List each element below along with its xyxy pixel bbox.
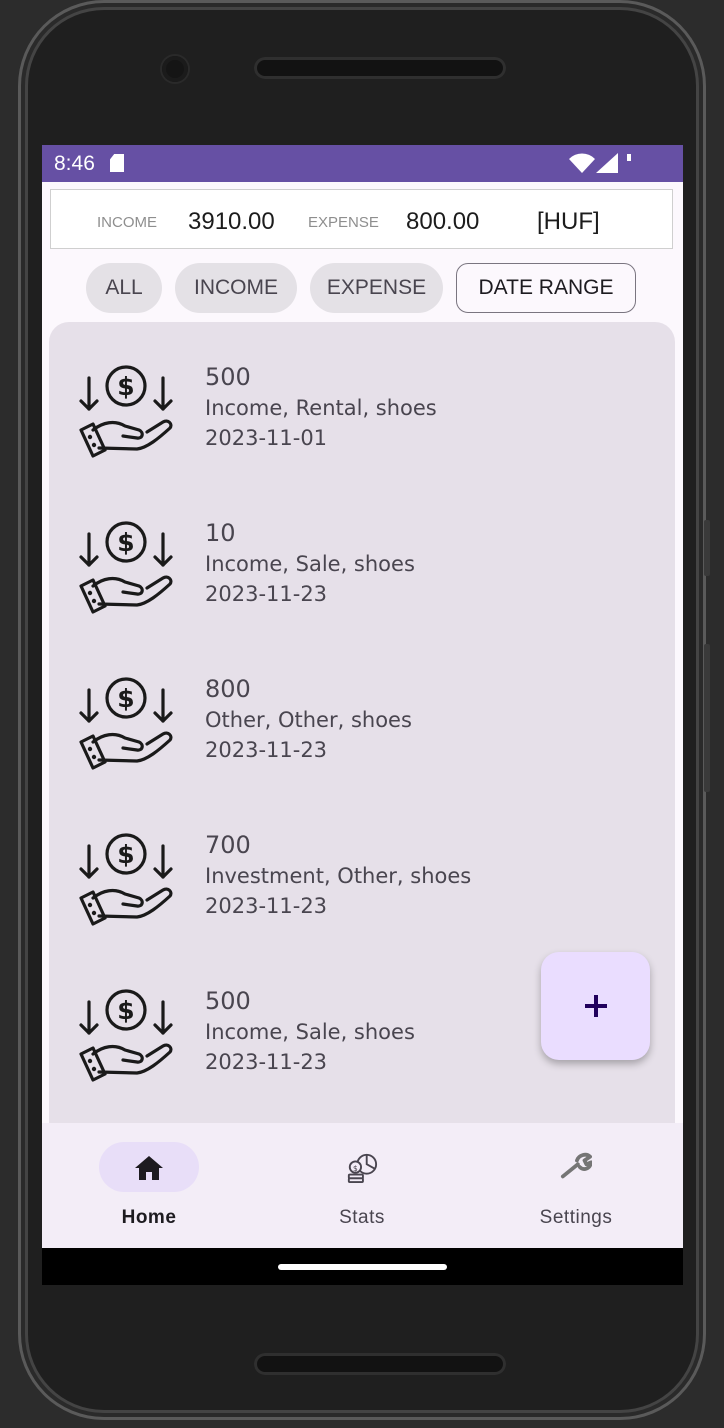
- transaction-details: Income, Rental, shoes: [205, 396, 437, 420]
- transaction-amount: 800: [205, 675, 251, 703]
- app-screen: 8:46 INCOME 3910.00 EXPENSE 800.00 [HUF]…: [42, 145, 683, 1285]
- transaction-date: 2023-11-23: [205, 894, 328, 918]
- sd-card-icon: [110, 154, 124, 172]
- filter-income-chip[interactable]: INCOME: [175, 263, 297, 313]
- currency-label: [HUF]: [537, 208, 600, 235]
- money-hand-icon: [77, 364, 175, 460]
- stats-icon: $: [347, 1153, 378, 1184]
- income-label: INCOME: [97, 214, 157, 231]
- filter-expense-chip[interactable]: EXPENSE: [310, 263, 443, 313]
- front-camera: [162, 56, 188, 82]
- svg-text:$: $: [353, 1164, 358, 1173]
- signal-icon: [596, 153, 618, 173]
- transaction-amount: 700: [205, 831, 251, 859]
- money-hand-icon: [77, 520, 175, 616]
- volume-button: [704, 644, 710, 792]
- transaction-item[interactable]: 500 Income, Rental, shoes 2023-11-01: [49, 322, 675, 478]
- transaction-amount: 500: [205, 363, 251, 391]
- income-total: 3910.00: [188, 208, 275, 235]
- nav-stats-label: Stats: [339, 1207, 385, 1228]
- transaction-details: Investment, Other, shoes: [205, 864, 472, 888]
- nav-home[interactable]: Home: [42, 1123, 256, 1248]
- home-gesture-bar[interactable]: [278, 1264, 447, 1270]
- bottom-speaker: [254, 1353, 506, 1375]
- home-icon: [135, 1156, 163, 1180]
- expense-label: EXPENSE: [308, 214, 379, 231]
- transaction-date: 2023-11-01: [205, 426, 328, 450]
- battery-icon: [627, 154, 631, 161]
- status-bar: 8:46: [42, 145, 683, 182]
- summary-card: INCOME 3910.00 EXPENSE 800.00 [HUF]: [50, 189, 673, 249]
- money-hand-icon: [77, 988, 175, 1084]
- transaction-item[interactable]: 700 Investment, Other, shoes 2023-11-23: [49, 790, 675, 946]
- plus-icon: [584, 995, 607, 1017]
- system-navigation-bar: [42, 1248, 683, 1285]
- nav-settings-label: Settings: [539, 1207, 613, 1228]
- nav-settings[interactable]: Settings: [469, 1123, 683, 1248]
- transaction-date: 2023-11-23: [205, 1050, 328, 1074]
- money-hand-icon: [77, 832, 175, 928]
- nav-home-label: Home: [121, 1207, 177, 1228]
- filter-date-range-button[interactable]: DATE RANGE: [456, 263, 636, 313]
- wrench-icon: [560, 1152, 592, 1179]
- top-speaker: [254, 57, 506, 79]
- transaction-date: 2023-11-23: [205, 738, 328, 762]
- nav-stats[interactable]: $ Stats: [255, 1123, 469, 1248]
- transaction-details: Other, Other, shoes: [205, 708, 412, 732]
- filter-all-chip[interactable]: ALL: [86, 263, 162, 313]
- transaction-date: 2023-11-23: [205, 582, 328, 606]
- transaction-details: Income, Sale, shoes: [205, 1020, 415, 1044]
- wifi-icon: [569, 153, 595, 173]
- expense-total: 800.00: [406, 208, 480, 235]
- add-transaction-button[interactable]: [541, 952, 650, 1060]
- transaction-amount: 500: [205, 987, 251, 1015]
- power-button: [704, 520, 710, 576]
- bottom-navigation: Home $ Stats Settings: [42, 1123, 683, 1248]
- transaction-details: Income, Sale, shoes: [205, 552, 415, 576]
- money-hand-icon: [77, 676, 175, 772]
- transaction-item[interactable]: 800 Other, Other, shoes 2023-11-23: [49, 634, 675, 790]
- transaction-amount: 10: [205, 519, 236, 547]
- status-time: 8:46: [54, 152, 95, 175]
- transaction-item[interactable]: 10 Income, Sale, shoes 2023-11-23: [49, 478, 675, 634]
